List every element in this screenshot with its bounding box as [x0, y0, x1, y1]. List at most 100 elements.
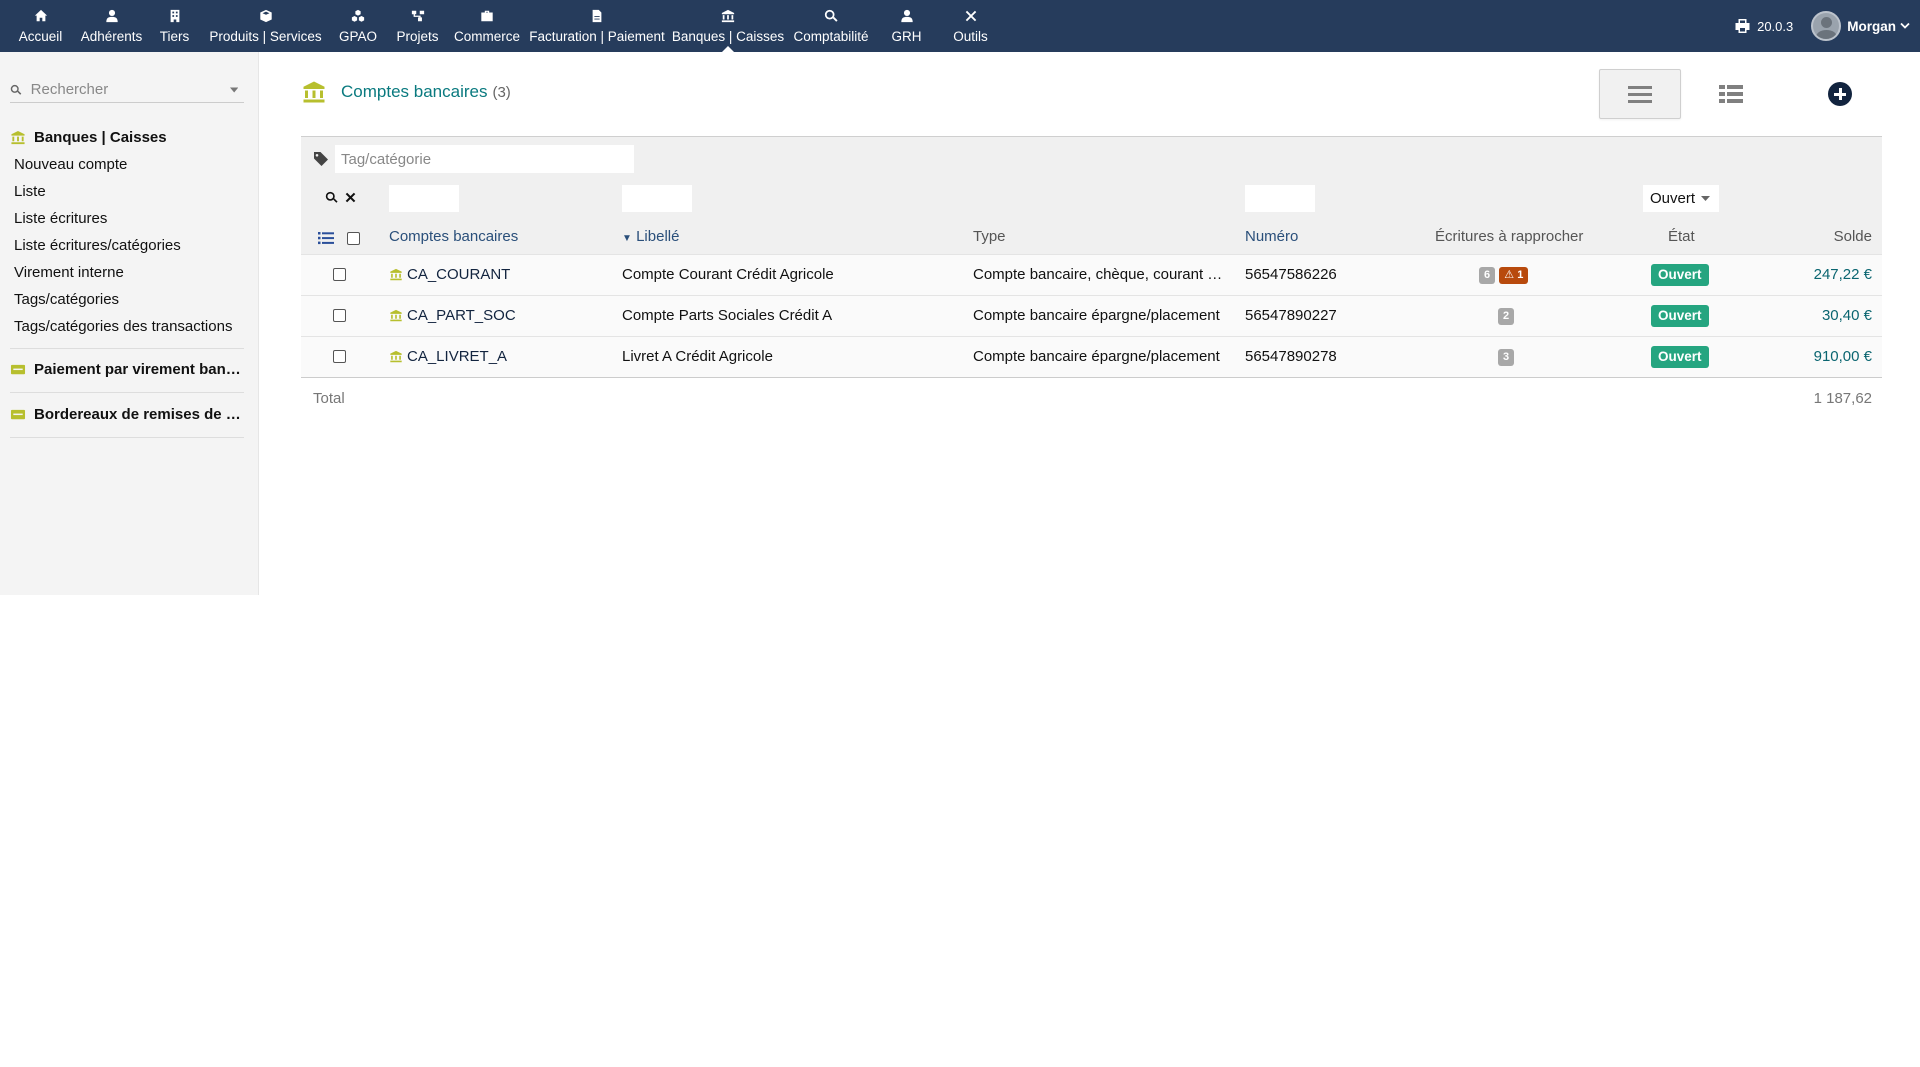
col-header-state[interactable]: État [1668, 228, 1695, 245]
payment-icon [10, 409, 26, 419]
account-balance: 247,22 € [1813, 266, 1872, 283]
menu-outils[interactable]: Outils [938, 0, 1003, 52]
menu-label: Produits | Services [209, 29, 322, 44]
list-view-button[interactable] [1599, 69, 1681, 119]
user-menu[interactable]: Morgan [1811, 11, 1910, 41]
table-row: CA_COURANT Compte Courant Crédit Agricol… [301, 254, 1882, 295]
sidebar-item-virement-interne[interactable]: Virement interne [10, 259, 244, 286]
row-checkbox[interactable] [333, 350, 346, 363]
left-sidebar: Banques | Caisses Nouveau compte Liste L… [0, 52, 259, 595]
reconcile-count-badge[interactable]: 6 [1479, 267, 1496, 284]
grouped-view-button[interactable] [1690, 69, 1772, 119]
account-ref-link[interactable]: CA_COURANT [389, 266, 510, 283]
briefcase-icon [478, 8, 496, 24]
account-ref-link[interactable]: CA_LIVRET_A [389, 348, 507, 365]
table-header-row: Comptes bancaires ▼ Libellé Type Numéro … [301, 221, 1882, 255]
tag-filter [313, 145, 634, 173]
caret-down-icon[interactable] [229, 87, 238, 93]
sidebar-item-liste-ecritures[interactable]: Liste écritures [10, 205, 244, 232]
sidebar-item-liste[interactable]: Liste [10, 178, 244, 205]
bank-icon [303, 81, 325, 103]
account-ref-link[interactable]: CA_PART_SOC [389, 307, 516, 324]
search-dollar-icon [822, 8, 840, 24]
total-value: 1 187,62 [1813, 390, 1872, 407]
menu-label: Banques | Caisses [671, 29, 785, 44]
version-info[interactable]: 20.0.3 [1734, 18, 1793, 34]
menu-produits-services[interactable]: Produits | Services [201, 0, 330, 52]
menu-adherents[interactable]: Adhérents [75, 0, 148, 52]
account-label: Livret A Crédit Agricole [622, 348, 773, 365]
reconcile-count-badge[interactable]: 2 [1498, 308, 1515, 325]
tag-filter-input[interactable] [335, 145, 634, 173]
search-input[interactable] [30, 81, 230, 98]
total-label: Total [313, 390, 345, 407]
sidebar-section-title[interactable]: Bordereaux de remises de chèques [10, 402, 244, 426]
home-icon [32, 8, 50, 24]
menu-comptabilite[interactable]: Comptabilité [787, 0, 875, 52]
close-icon[interactable] [344, 191, 357, 204]
menu-projets[interactable]: Projets [386, 0, 449, 52]
filter-ref-input[interactable] [389, 185, 459, 212]
state-cell: Ouvert [1651, 346, 1709, 368]
col-header-number[interactable]: Numéro [1245, 228, 1298, 245]
account-number: 56547890278 [1245, 348, 1337, 365]
menu-banques-caisses[interactable]: Banques | Caisses [669, 0, 787, 52]
printer-icon [1735, 19, 1750, 33]
state-filter-select[interactable]: Ouvert [1643, 185, 1719, 212]
account-type: Compte bancaire, chèque, courant … [973, 266, 1223, 283]
account-label: Compte Courant Crédit Agricole [622, 266, 834, 283]
main-menu: Accueil Adhérents Tiers Produits | Servi… [6, 0, 1003, 52]
sidebar-item-tags-categories[interactable]: Tags/catégories [10, 286, 244, 313]
sidebar-section-title[interactable]: Banques | Caisses [10, 125, 244, 149]
state-cell: Ouvert [1651, 305, 1709, 327]
state-cell: Ouvert [1651, 264, 1709, 286]
menu-tiers[interactable]: Tiers [148, 0, 201, 52]
menu-label: Facturation | Paiement [529, 29, 665, 44]
row-checkbox[interactable] [333, 268, 346, 281]
status-badge: Ouvert [1651, 305, 1709, 327]
sitemap-icon [409, 8, 427, 24]
col-header-ref[interactable]: Comptes bancaires [389, 228, 518, 245]
building-icon [166, 8, 184, 24]
status-badge: Ouvert [1651, 264, 1709, 286]
col-header-reconcile[interactable]: Écritures à rapprocher [1435, 228, 1583, 245]
warning-badge[interactable]: ⚠ 1 [1499, 267, 1529, 284]
menu-label: Tiers [159, 29, 190, 44]
sidebar-item-nouveau-compte[interactable]: Nouveau compte [10, 151, 244, 178]
chevron-down-icon [1900, 22, 1910, 29]
filter-number-input[interactable] [1245, 185, 1315, 212]
filter-label-input[interactable] [622, 185, 692, 212]
menu-gpao[interactable]: GPAO [330, 0, 386, 52]
record-count: (3) [492, 83, 511, 101]
accounts-table: Ouvert Comptes bancaires ▼ Libellé Type … [301, 136, 1882, 418]
bank-icon [390, 350, 402, 363]
sidebar-item-tags-transactions[interactable]: Tags/catégories des transactions [10, 313, 244, 340]
menu-label: GRH [891, 29, 922, 44]
sidebar-item-liste-ecritures-categories[interactable]: Liste écritures/catégories [10, 232, 244, 259]
page-title: Comptes bancaires [341, 82, 488, 101]
menu-accueil[interactable]: Accueil [6, 0, 75, 52]
menu-facturation-paiement[interactable]: Facturation | Paiement [525, 0, 669, 52]
account-balance: 30,40 € [1821, 307, 1872, 324]
divider [10, 437, 244, 438]
divider [10, 392, 244, 393]
payment-icon [10, 364, 26, 374]
list-icon[interactable] [318, 231, 334, 245]
menu-commerce[interactable]: Commerce [449, 0, 525, 52]
user-icon [103, 8, 121, 24]
account-type: Compte bancaire épargne/placement [973, 307, 1220, 324]
reconcile-count-badge[interactable]: 3 [1498, 349, 1515, 366]
row-checkbox[interactable] [333, 309, 346, 322]
search-icon[interactable] [325, 191, 338, 204]
menu-grh[interactable]: GRH [875, 0, 938, 52]
menu-label: GPAO [338, 29, 377, 44]
sidebar-section-title[interactable]: Paiement par virement bancaire [10, 357, 244, 381]
state-filter-value: Ouvert [1650, 190, 1696, 207]
bank-icon [390, 268, 402, 281]
filter-buttons [325, 191, 363, 204]
select-all-checkbox[interactable] [347, 232, 360, 245]
col-header-label[interactable]: ▼ Libellé [622, 228, 679, 245]
add-new-button[interactable] [1828, 82, 1852, 106]
col-header-balance[interactable]: Solde [1834, 228, 1872, 245]
col-header-type[interactable]: Type [973, 228, 1006, 245]
